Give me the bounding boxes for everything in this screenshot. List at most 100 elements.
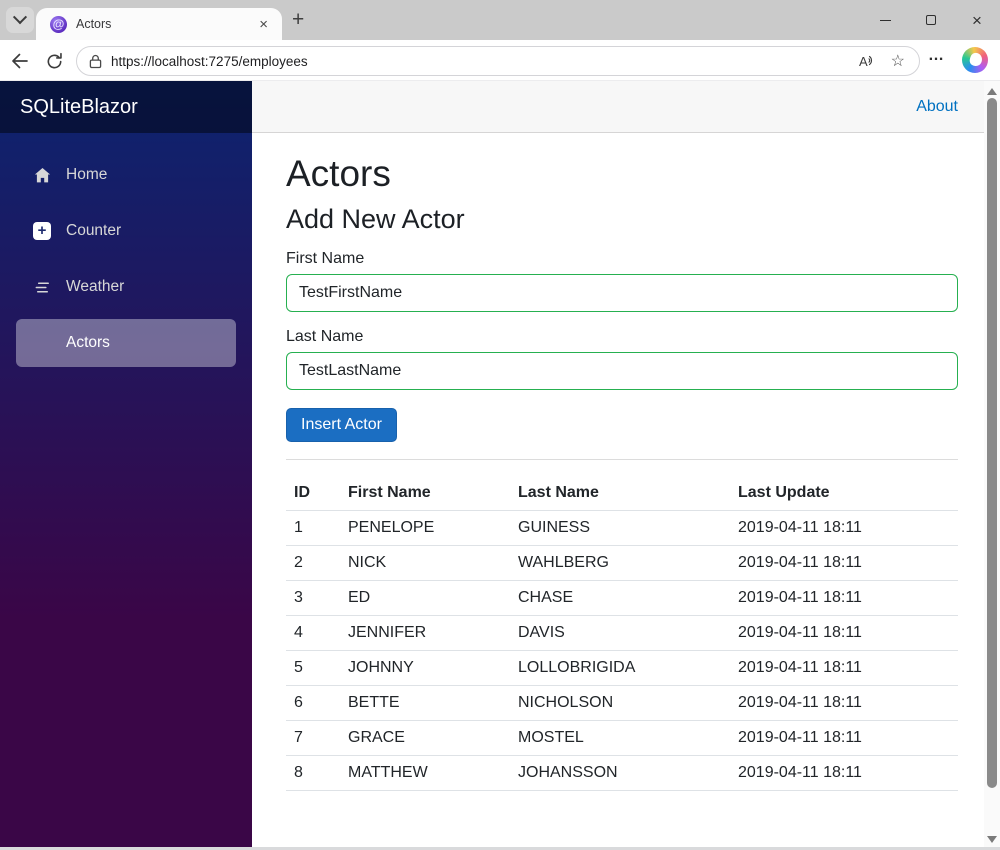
favorites-star-button[interactable]: ☆ [891,51,905,71]
sidebar-item-label: Weather [66,278,125,295]
table-cell: 8 [286,755,340,791]
table-cell: NICK [340,545,510,581]
brand-row: SQLiteBlazor [0,81,252,133]
actors-table-body: 1 PENELOPE GUINESS 2019-04-11 18:11 2 NICK WAH… [286,510,958,791]
refresh-button[interactable] [42,49,66,73]
back-button[interactable] [8,49,32,73]
table-cell: DAVIS [510,615,730,651]
nav-menu: Home + Counter Weather Actors [0,133,252,367]
sidebar-item-label: Home [66,166,108,183]
table-cell: 2019-04-11 18:11 [730,720,958,756]
table-cell: 4 [286,615,340,651]
column-header: ID [286,476,340,511]
app-page: SQLiteBlazor Home + Counter Weather Acto… [0,81,1000,850]
sidebar-item-counter[interactable]: + Counter [16,207,236,255]
about-link[interactable]: About [916,98,958,116]
table-cell: BETTE [340,685,510,721]
table-cell: JOHANSSON [510,755,730,791]
sidebar-item-label: Actors [66,334,110,351]
table-cell: PENELOPE [340,510,510,546]
tab-title: Actors [76,17,112,31]
sidebar-item-label: Counter [66,222,122,239]
maximize-icon [926,15,936,25]
table-row: 2 NICK WAHLBERG 2019-04-11 18:11 [286,545,958,581]
scroll-up-arrow-icon[interactable] [987,88,997,95]
table-cell: 2019-04-11 18:11 [730,615,958,651]
minimize-button[interactable] [862,0,908,40]
plus-square-icon: + [32,221,52,241]
sidebar: SQLiteBlazor Home + Counter Weather Acto… [0,81,252,850]
table-cell: JOHNNY [340,650,510,686]
close-icon: × [972,10,982,30]
table-row: 8 MATTHEW JOHANSSON 2019-04-11 18:11 [286,755,958,791]
browser-window: @ Actors × + × https://localhost:7275/em… [0,0,1000,850]
sidebar-item-home[interactable]: Home [16,151,236,199]
table-cell: 5 [286,650,340,686]
table-cell: 2 [286,545,340,581]
blazor-favicon-icon: @ [50,15,67,33]
table-cell: 2019-04-11 18:11 [730,755,958,791]
scroll-down-arrow-icon[interactable] [987,836,997,843]
tab-search-button[interactable] [6,7,34,33]
page-scrollbar[interactable] [984,81,1000,850]
page-title: Actors [286,153,391,194]
maximize-button[interactable] [908,0,954,40]
table-cell: 1 [286,510,340,546]
divider [286,459,958,460]
window-controls: × [862,0,1000,40]
last-name-field[interactable] [286,352,958,390]
table-cell: 2019-04-11 18:11 [730,580,958,616]
table-cell: WAHLBERG [510,545,730,581]
table-cell: NICHOLSON [510,685,730,721]
first-name-field[interactable] [286,274,958,312]
table-cell: 2019-04-11 18:11 [730,510,958,546]
top-row: About [252,81,1000,133]
table-cell: CHASE [510,580,730,616]
table-cell: 7 [286,720,340,756]
actors-table-head: ID First Name Last Name Last Update [286,476,958,511]
table-cell: 2019-04-11 18:11 [730,685,958,721]
table-row: 4 JENNIFER DAVIS 2019-04-11 18:11 [286,615,958,651]
sidebar-item-actors[interactable]: Actors [16,319,236,367]
sidebar-item-weather[interactable]: Weather [16,263,236,311]
settings-more-button[interactable]: … [928,47,945,65]
minimize-icon [879,19,891,21]
read-aloud-icon: A [858,53,868,69]
last-name-label: Last Name [286,328,364,345]
actors-table: ID First Name Last Name Last Update 1 PENELO… [286,476,958,791]
table-cell: GUINESS [510,510,730,546]
browser-tab[interactable]: @ Actors × [36,8,282,40]
house-icon [32,165,52,185]
table-row: 5 JOHNNY LOLLOBRIGIDA 2019-04-11 18:11 [286,650,958,686]
tab-close-icon[interactable]: × [255,17,272,32]
table-cell: 2019-04-11 18:11 [730,650,958,686]
list-nested-icon [32,277,52,297]
main-area: About Actors Add New Actor First Name La… [252,81,1000,850]
brand-link[interactable]: SQLiteBlazor [20,96,138,119]
sound-waves-icon [868,55,872,65]
insert-actor-button[interactable]: Insert Actor [286,408,397,442]
close-button[interactable]: × [954,0,1000,40]
form-heading: Add New Actor [286,204,465,234]
lock-icon [89,54,102,68]
table-row: 1 PENELOPE GUINESS 2019-04-11 18:11 [286,510,958,546]
new-tab-button[interactable]: + [292,9,304,31]
table-cell: LOLLOBRIGIDA [510,650,730,686]
first-name-label: First Name [286,250,365,267]
address-bar[interactable]: https://localhost:7275/employees A ☆ [76,46,920,76]
table-cell: 6 [286,685,340,721]
browser-titlebar: @ Actors × + × [0,0,1000,40]
table-header-row: ID First Name Last Name Last Update [286,476,958,511]
copilot-icon[interactable] [962,47,988,73]
table-cell: MATTHEW [340,755,510,791]
table-cell: 3 [286,580,340,616]
table-cell: MOSTEL [510,720,730,756]
table-cell: 2019-04-11 18:11 [730,545,958,581]
scrollbar-thumb[interactable] [987,98,997,788]
table-cell: GRACE [340,720,510,756]
read-aloud-button[interactable]: A [859,54,875,69]
chevron-down-icon [12,10,28,25]
table-row: 6 BETTE NICHOLSON 2019-04-11 18:11 [286,685,958,721]
url-text: https://localhost:7275/employees [111,53,308,69]
column-header: Last Update [730,476,958,511]
